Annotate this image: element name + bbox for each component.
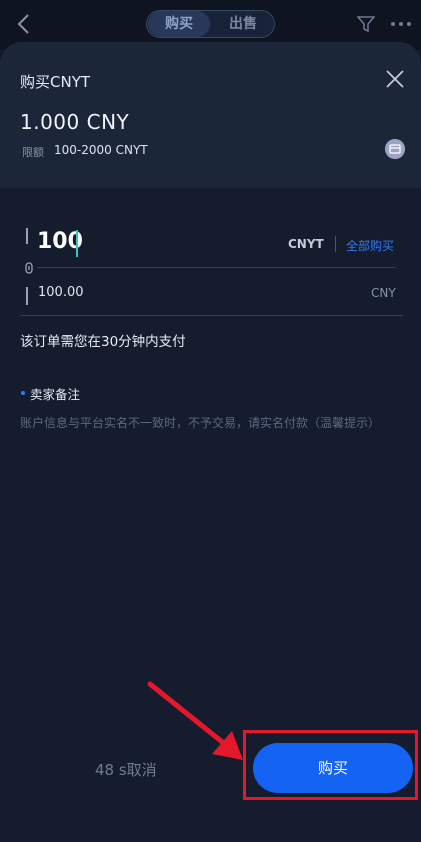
unit-divider	[335, 236, 336, 252]
buy-all-button[interactable]: 全部购买	[346, 237, 394, 254]
total-cny-input[interactable]: 100.00	[38, 285, 84, 300]
filter-icon[interactable]	[357, 15, 375, 33]
payment-deadline-text: 该订单需您在30分钟内支付	[20, 334, 186, 350]
input-marker	[26, 228, 28, 244]
card-icon[interactable]	[385, 139, 405, 159]
bullet-icon	[21, 391, 25, 395]
close-icon[interactable]	[386, 70, 404, 88]
divider	[20, 315, 403, 316]
tab-sell[interactable]: 出售	[213, 11, 273, 37]
buy-page: 购买 出售 购买CNYT 1.000 CNY 限额 100-2000 CNYT	[0, 0, 421, 842]
more-icon[interactable]	[390, 21, 412, 27]
unit-price: 1.000 CNY	[20, 110, 130, 134]
buy-sheet: 购买CNYT 1.000 CNY 限额 100-2000 CNYT 100 CN…	[0, 42, 421, 842]
countdown-cancel-button[interactable]: 48 s取消	[95, 759, 157, 780]
link-icon	[25, 262, 33, 274]
buy-sell-toggle: 购买 出售	[146, 10, 275, 38]
tab-buy[interactable]: 购买	[148, 11, 210, 37]
highlight-box	[243, 730, 418, 800]
divider	[37, 267, 396, 268]
sheet-header: 购买CNYT 1.000 CNY 限额 100-2000 CNYT	[0, 42, 421, 188]
limit-label: 限额	[22, 146, 44, 159]
seller-note-title: 卖家备注	[30, 387, 81, 402]
seller-note-text: 账户信息与平台实名不一致时，不予交易，请实名付款（温馨提示）	[20, 416, 381, 430]
back-icon[interactable]	[14, 12, 34, 36]
sheet-title: 购买CNYT	[20, 73, 91, 91]
input-marker	[26, 287, 28, 305]
amount-unit: CNYT	[288, 237, 324, 251]
total-cny-unit: CNY	[371, 286, 396, 300]
text-caret	[76, 230, 78, 257]
limit-value: 100-2000 CNYT	[54, 143, 148, 157]
